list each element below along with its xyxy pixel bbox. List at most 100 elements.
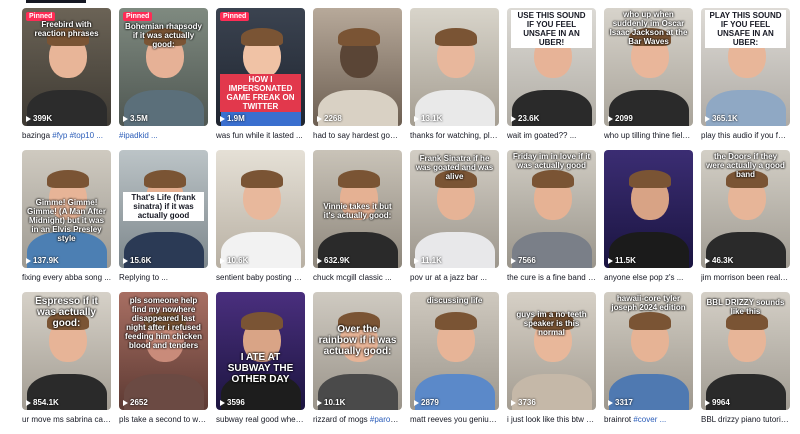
video-thumbnail[interactable]: hawaii-core tyler joseph 2024 edition 331… bbox=[604, 292, 693, 410]
video-description[interactable]: wait im goated?? ... bbox=[507, 130, 596, 141]
video-card[interactable]: BBL DRIZZY sounds like this 9964 BBL drizz… bbox=[701, 292, 790, 434]
video-description[interactable]: was fun while it lasted ... bbox=[216, 130, 305, 141]
video-description[interactable]: #ipadkid ... bbox=[119, 130, 208, 141]
thumbnail-caption: PLAY THIS SOUND IF YOU FEEL UNSAFE IN AN… bbox=[705, 10, 786, 48]
view-count: 13.1K bbox=[414, 114, 442, 123]
video-description[interactable]: Replying to ... bbox=[119, 272, 208, 283]
video-card[interactable]: pls someone help find my nowhere disappe… bbox=[119, 292, 208, 434]
video-thumbnail[interactable]: the Doors if they were actually a good b… bbox=[701, 150, 790, 268]
video-thumbnail[interactable]: 2268 bbox=[313, 8, 402, 126]
video-description[interactable]: ur move ms sabrina carp... bbox=[22, 414, 111, 425]
video-thumbnail[interactable]: I ATE AT SUBWAY THE OTHER DAY 3596 bbox=[216, 292, 305, 410]
description-text: wait im goated?? ... bbox=[507, 131, 577, 140]
view-count-value: 23.6K bbox=[518, 114, 540, 123]
video-card[interactable]: 2268 had to say hardest good... bbox=[313, 8, 402, 150]
video-description[interactable]: pov ur at a jazz bar ... bbox=[410, 272, 499, 283]
video-description[interactable]: chuck mcgill classic ... bbox=[313, 272, 402, 283]
video-description[interactable]: brainrot #cover ... bbox=[604, 414, 693, 425]
video-thumbnail[interactable]: who up when suddenly im Oscar Isaac Jack… bbox=[604, 8, 693, 126]
video-thumbnail[interactable]: Pinned HOW I IMPERSONATED GAME FREAK ON T… bbox=[216, 8, 305, 126]
video-thumbnail[interactable]: Pinned Freebird with reaction phrases 399K bbox=[22, 8, 111, 126]
video-card[interactable]: Over the rainbow if it was actually good… bbox=[313, 292, 402, 434]
video-card[interactable]: 11.5K anyone else pop z's ... bbox=[604, 150, 693, 292]
video-thumbnail[interactable]: BBL DRIZZY sounds like this 9964 bbox=[701, 292, 790, 410]
video-card[interactable]: who up when suddenly im Oscar Isaac Jack… bbox=[604, 8, 693, 150]
video-card[interactable]: hawaii-core tyler joseph 2024 edition 331… bbox=[604, 292, 693, 434]
video-card[interactable]: That's Life (frank sinatra) if it was ac… bbox=[119, 150, 208, 292]
hashtag-link[interactable]: #fyp #top10 ... bbox=[52, 131, 103, 140]
video-card[interactable]: discussing life 2879 matt reeves you geniu… bbox=[410, 292, 499, 434]
video-thumbnail[interactable]: Vinnie takes it but it's actually good: 6… bbox=[313, 150, 402, 268]
video-thumbnail[interactable]: USE THIS SOUND IF YOU FEEL UNSAFE IN AN … bbox=[507, 8, 596, 126]
hashtag-link[interactable]: #cover ... bbox=[633, 415, 666, 424]
video-description[interactable]: had to say hardest good... bbox=[313, 130, 402, 141]
video-card[interactable]: Friday im in love if it was actually goo… bbox=[507, 150, 596, 292]
view-count-value: 9964 bbox=[712, 398, 730, 407]
video-card[interactable]: USE THIS SOUND IF YOU FEEL UNSAFE IN AN … bbox=[507, 8, 596, 150]
video-card[interactable]: Vinnie takes it but it's actually good: 6… bbox=[313, 150, 402, 292]
video-thumbnail[interactable]: discussing life 2879 bbox=[410, 292, 499, 410]
video-card[interactable]: Frank Sinatra if he was goated and was a… bbox=[410, 150, 499, 292]
view-count: 2099 bbox=[608, 114, 633, 123]
video-card[interactable]: 13.1K thanks for watching, plea... bbox=[410, 8, 499, 150]
video-card[interactable]: Espresso if it was actually good: 854.1K u… bbox=[22, 292, 111, 434]
video-description[interactable]: BBL drizzy piano tutorial?... bbox=[701, 414, 790, 425]
thumbnail-caption: HOW I IMPERSONATED GAME FREAK ON TWITTER bbox=[220, 74, 301, 112]
play-icon bbox=[317, 115, 322, 122]
view-count: 11.5K bbox=[608, 256, 636, 265]
video-thumbnail[interactable]: Friday im in love if it was actually goo… bbox=[507, 150, 596, 268]
video-description[interactable]: subway real good when y... bbox=[216, 414, 305, 425]
video-description[interactable]: bazinga #fyp #top10 ... bbox=[22, 130, 111, 141]
video-description[interactable]: fixing every abba song ... bbox=[22, 272, 111, 283]
video-thumbnail[interactable]: Frank Sinatra if he was goated and was a… bbox=[410, 150, 499, 268]
video-thumbnail[interactable]: 13.1K bbox=[410, 8, 499, 126]
person-hair bbox=[47, 170, 89, 188]
video-thumbnail[interactable]: Gimme! Gimme! Gimme! (A Man After Midnig… bbox=[22, 150, 111, 268]
video-thumbnail[interactable]: That's Life (frank sinatra) if it was ac… bbox=[119, 150, 208, 268]
view-count-value: 15.6K bbox=[130, 256, 152, 265]
video-card[interactable]: Pinned Freebird with reaction phrases 399K… bbox=[22, 8, 111, 150]
play-icon bbox=[511, 115, 516, 122]
video-description[interactable]: who up tilling thine fields... bbox=[604, 130, 693, 141]
video-card[interactable]: PLAY THIS SOUND IF YOU FEEL UNSAFE IN AN… bbox=[701, 8, 790, 150]
video-thumbnail[interactable]: 10.6K bbox=[216, 150, 305, 268]
person-hair bbox=[435, 28, 477, 46]
view-count-value: 2652 bbox=[130, 398, 148, 407]
view-count-value: 7566 bbox=[518, 256, 536, 265]
view-count: 9964 bbox=[705, 398, 730, 407]
view-count: 15.6K bbox=[123, 256, 151, 265]
video-description[interactable]: i just look like this btw no... bbox=[507, 414, 596, 425]
video-card[interactable]: Pinned Bohemian rhapsody if it was actual… bbox=[119, 8, 208, 150]
video-description[interactable]: sentient baby posting als... bbox=[216, 272, 305, 283]
video-description[interactable]: play this audio if you feel ... bbox=[701, 130, 790, 141]
hashtag-link[interactable]: #ipadkid ... bbox=[119, 131, 158, 140]
video-description[interactable]: thanks for watching, plea... bbox=[410, 130, 499, 141]
view-count: 2268 bbox=[317, 114, 342, 123]
video-thumbnail[interactable]: PLAY THIS SOUND IF YOU FEEL UNSAFE IN AN… bbox=[701, 8, 790, 126]
video-card[interactable]: Gimme! Gimme! Gimme! (A Man After Midnig… bbox=[22, 150, 111, 292]
hashtag-link[interactable]: #parody ... bbox=[370, 415, 402, 424]
video-card[interactable]: the Doors if they were actually a good b… bbox=[701, 150, 790, 292]
video-thumbnail[interactable]: Pinned Bohemian rhapsody if it was actual… bbox=[119, 8, 208, 126]
person-hair bbox=[241, 312, 283, 330]
thumbnail-caption: That's Life (frank sinatra) if it was ac… bbox=[123, 192, 204, 221]
view-count-value: 137.9K bbox=[33, 256, 59, 265]
video-card[interactable]: Pinned HOW I IMPERSONATED GAME FREAK ON T… bbox=[216, 8, 305, 150]
video-description[interactable]: jim morrison been real qu... bbox=[701, 272, 790, 283]
video-thumbnail[interactable]: Over the rainbow if it was actually good… bbox=[313, 292, 402, 410]
video-card[interactable]: 10.6K sentient baby posting als... bbox=[216, 150, 305, 292]
video-card[interactable]: guys im a no teeth speaker is this norma… bbox=[507, 292, 596, 434]
video-thumbnail[interactable]: Espresso if it was actually good: 854.1K bbox=[22, 292, 111, 410]
video-description[interactable]: anyone else pop z's ... bbox=[604, 272, 693, 283]
video-thumbnail[interactable]: pls someone help find my nowhere disappe… bbox=[119, 292, 208, 410]
video-description[interactable]: the cure is a fine band bu... bbox=[507, 272, 596, 283]
video-description[interactable]: rizzard of mogs #parody ... bbox=[313, 414, 402, 425]
video-thumbnail[interactable]: guys im a no teeth speaker is this norma… bbox=[507, 292, 596, 410]
video-description[interactable]: matt reeves you genius y... bbox=[410, 414, 499, 425]
play-icon bbox=[123, 257, 128, 264]
description-text: subway real good when y... bbox=[216, 415, 305, 424]
video-thumbnail[interactable]: 11.5K bbox=[604, 150, 693, 268]
video-description[interactable]: pls take a second to watc... bbox=[119, 414, 208, 425]
video-card[interactable]: I ATE AT SUBWAY THE OTHER DAY 3596 subway … bbox=[216, 292, 305, 434]
description-text: anyone else pop z's ... bbox=[604, 273, 684, 282]
